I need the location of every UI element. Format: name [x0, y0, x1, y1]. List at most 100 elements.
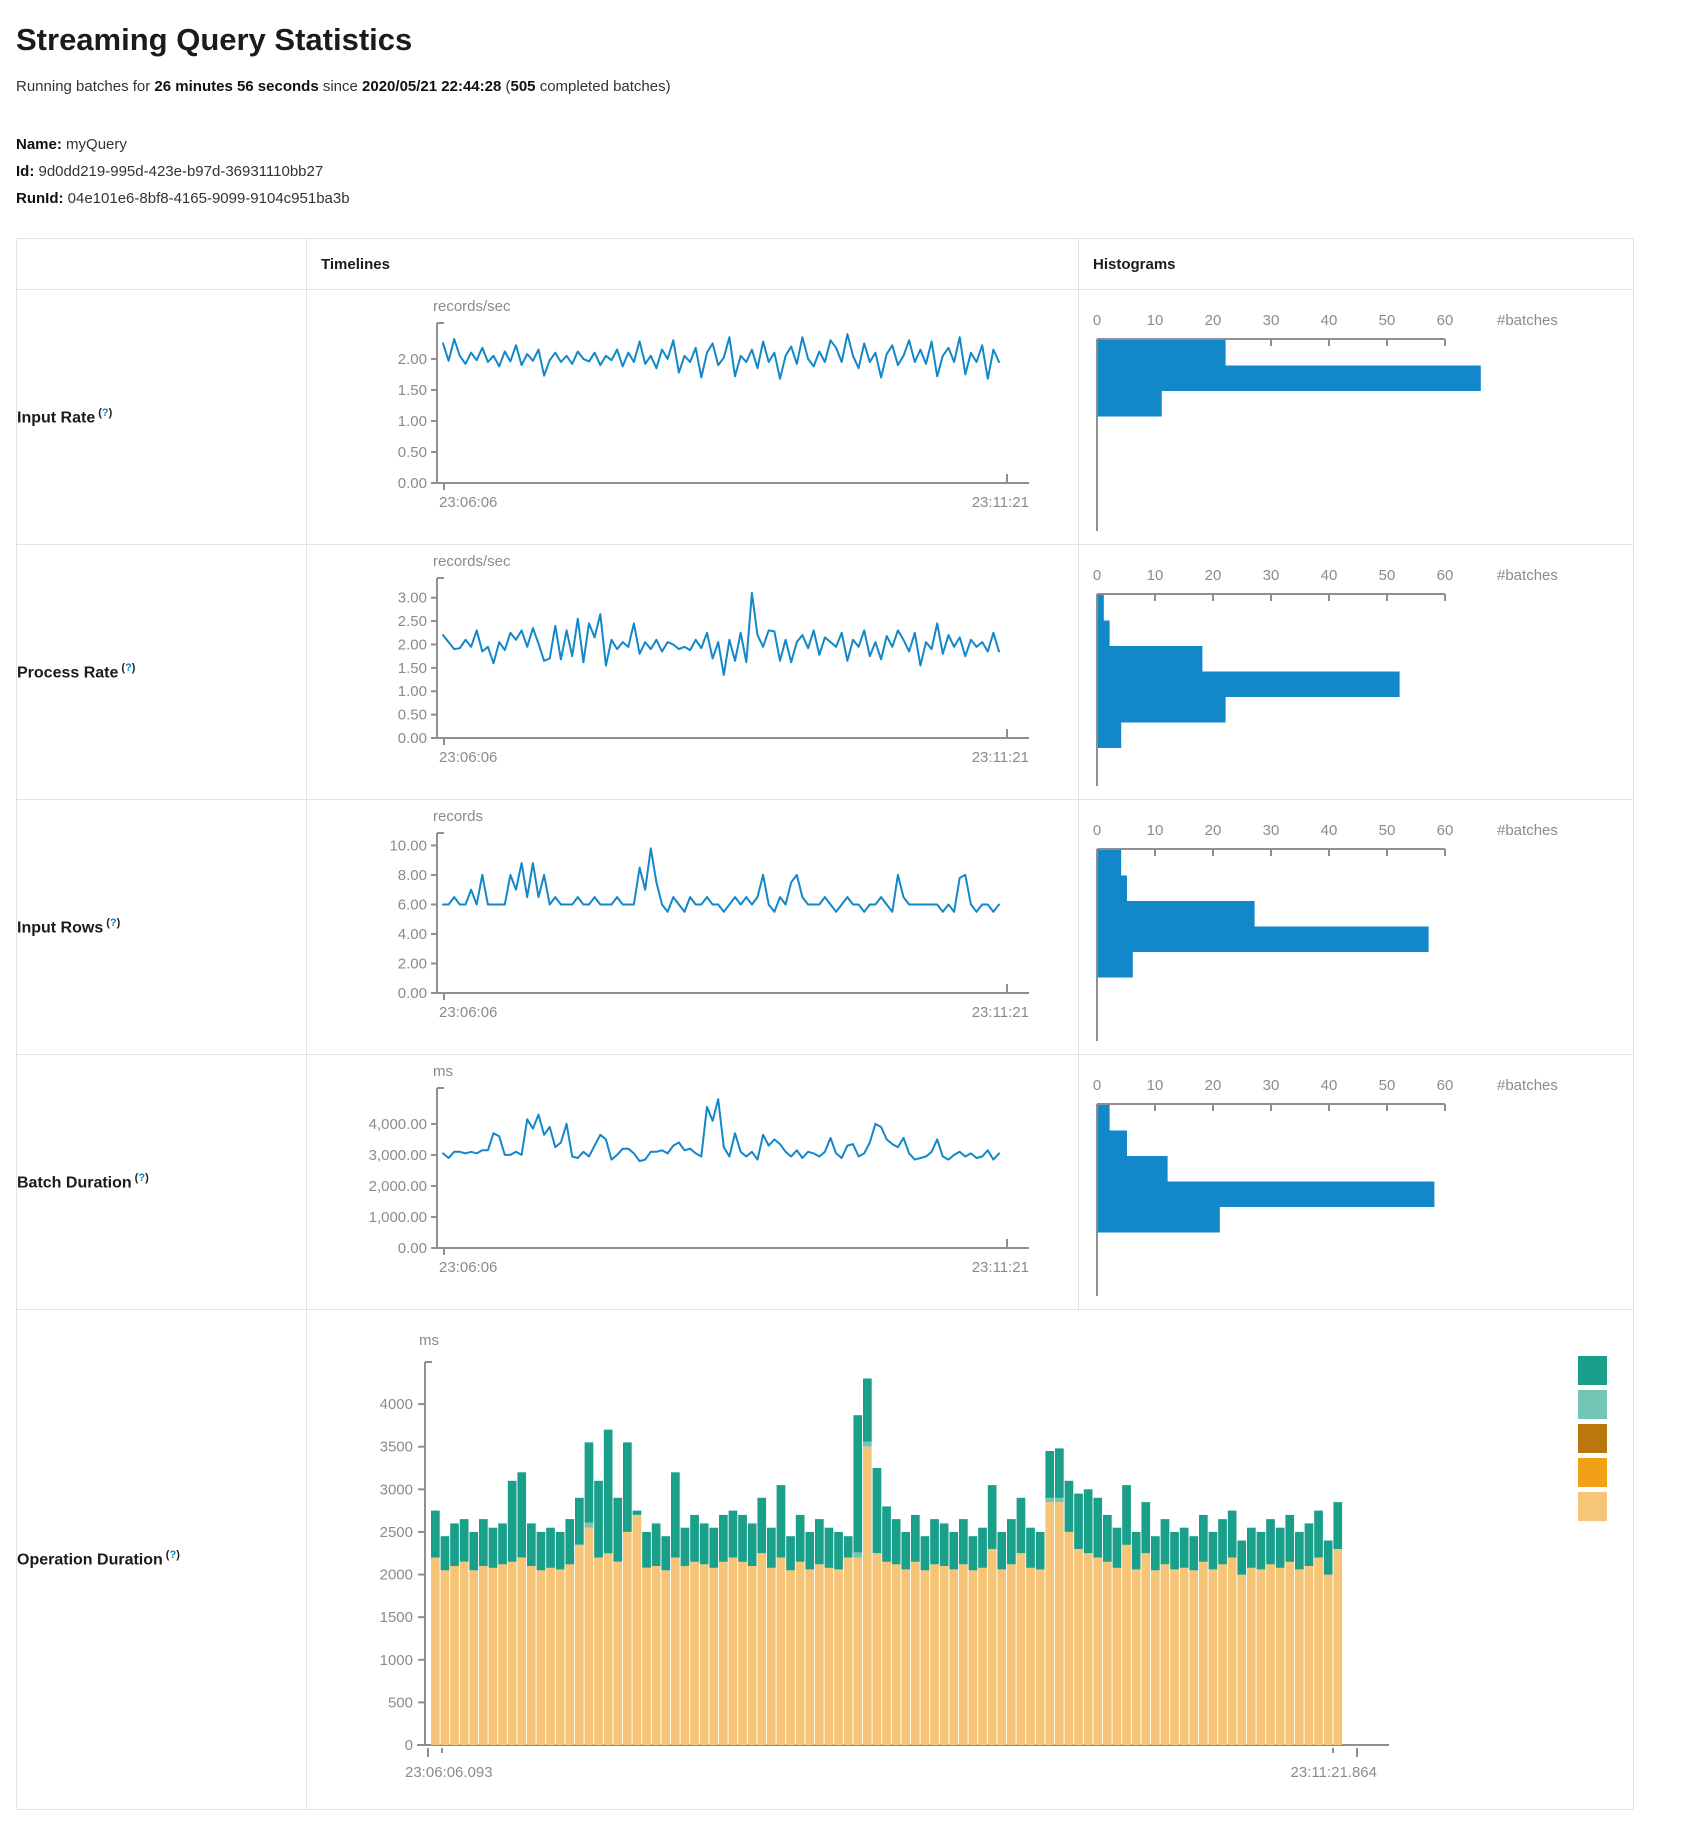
svg-text:0: 0 — [405, 1737, 413, 1754]
running-start-time: 2020/05/21 22:44:28 — [362, 78, 501, 95]
input-rate-help-icon[interactable]: (?) — [98, 407, 112, 419]
process-rate-histogram-chart: 0102030405060#batches — [1079, 546, 1617, 798]
svg-text:1,000.00: 1,000.00 — [369, 1209, 427, 1226]
svg-text:20: 20 — [1205, 822, 1222, 839]
batch-duration-histogram-chart: 0102030405060#batches — [1079, 1056, 1617, 1308]
input-rows-label: Input Rows — [17, 919, 103, 936]
legend-swatch-dark-orange — [1578, 1424, 1607, 1453]
running-paren: ( — [501, 78, 510, 95]
svg-text:23:06:06: 23:06:06 — [439, 1004, 497, 1021]
query-info: Name: myQuery Id: 9d0dd219-995d-423e-b97… — [16, 131, 1677, 212]
svg-text:40: 40 — [1321, 567, 1338, 584]
header-timelines-cell: Timelines — [307, 239, 1079, 290]
process-rate-histogram-cell: 0102030405060#batches — [1079, 545, 1634, 800]
input-rows-timeline-chart: records10.008.006.004.002.000.0023:06:06… — [307, 801, 1047, 1053]
svg-text:20: 20 — [1205, 1077, 1222, 1094]
svg-text:23:11:21.864: 23:11:21.864 — [1291, 1764, 1377, 1781]
operation-duration-chart-cell: ms4000350030002500200015001000500023:06:… — [307, 1310, 1634, 1810]
svg-text:3.00: 3.00 — [398, 590, 427, 607]
operation-duration-help-icon[interactable]: (?) — [166, 1549, 180, 1561]
running-suffix: completed batches) — [536, 78, 671, 95]
batch-duration-label-cell: Batch Duration(?) — [17, 1055, 307, 1310]
process-rate-help-icon[interactable]: (?) — [121, 662, 135, 674]
svg-text:23:06:06: 23:06:06 — [439, 749, 497, 766]
query-runid-value: 04e101e6-8bf8-4165-9099-9104c951ba3b — [68, 190, 350, 207]
svg-text:10: 10 — [1147, 567, 1164, 584]
svg-text:1000: 1000 — [380, 1651, 413, 1668]
operation-duration-legend — [1578, 1356, 1607, 1526]
svg-text:1500: 1500 — [380, 1609, 413, 1626]
completed-batch-count: 505 — [511, 78, 536, 95]
svg-text:0.50: 0.50 — [398, 707, 427, 724]
svg-text:40: 40 — [1321, 312, 1338, 329]
batch-duration-timeline-chart: ms4,000.003,000.002,000.001,000.000.0023… — [307, 1056, 1047, 1308]
query-name-value: myQuery — [66, 136, 127, 153]
svg-text:2,000.00: 2,000.00 — [369, 1178, 427, 1195]
svg-text:3500: 3500 — [380, 1438, 413, 1455]
svg-text:6.00: 6.00 — [398, 896, 427, 913]
input-rate-label-cell: Input Rate(?) — [17, 290, 307, 545]
svg-text:23:11:21: 23:11:21 — [972, 1259, 1029, 1276]
query-runid-line: RunId: 04e101e6-8bf8-4165-9099-9104c951b… — [16, 185, 1677, 212]
svg-text:23:11:21: 23:11:21 — [972, 749, 1029, 766]
svg-text:0: 0 — [1093, 822, 1101, 839]
histograms-column-header: Histograms — [1093, 256, 1176, 273]
input-rows-help-icon[interactable]: (?) — [106, 917, 120, 929]
svg-text:ms: ms — [433, 1063, 453, 1080]
batch-duration-row: Batch Duration(?) ms4,000.003,000.002,00… — [17, 1055, 1634, 1310]
svg-text:23:06:06: 23:06:06 — [439, 494, 497, 511]
svg-text:30: 30 — [1263, 312, 1280, 329]
input-rows-timeline-cell: records10.008.006.004.002.000.0023:06:06… — [307, 800, 1079, 1055]
svg-text:1.00: 1.00 — [398, 683, 427, 700]
legend-swatch-light-teal — [1578, 1390, 1607, 1419]
running-middle: since — [319, 78, 362, 95]
page-title: Streaming Query Statistics — [16, 22, 1677, 58]
legend-swatch-orange — [1578, 1458, 1607, 1487]
process-rate-label-cell: Process Rate(?) — [17, 545, 307, 800]
query-id-label: Id: — [16, 163, 34, 180]
header-histograms-cell: Histograms — [1079, 239, 1634, 290]
batch-duration-histogram-cell: 0102030405060#batches — [1079, 1055, 1634, 1310]
svg-text:10: 10 — [1147, 1077, 1164, 1094]
input-rows-label-cell: Input Rows(?) — [17, 800, 307, 1055]
input-rate-timeline-cell: records/sec2.001.501.000.500.0023:06:062… — [307, 290, 1079, 545]
svg-text:4,000.00: 4,000.00 — [369, 1116, 427, 1133]
operation-duration-stacked-chart: ms4000350030002500200015001000500023:06:… — [307, 1325, 1597, 1795]
svg-text:0: 0 — [1093, 312, 1101, 329]
svg-text:4000: 4000 — [380, 1396, 413, 1413]
svg-text:#batches: #batches — [1497, 567, 1558, 584]
operation-duration-label-cell: Operation Duration(?) — [17, 1310, 307, 1810]
batch-duration-label: Batch Duration — [17, 1174, 132, 1191]
header-empty-cell — [17, 239, 307, 290]
svg-text:30: 30 — [1263, 822, 1280, 839]
running-duration: 26 minutes 56 seconds — [154, 78, 318, 95]
svg-text:2.00: 2.00 — [398, 636, 427, 653]
input-rows-histogram-chart: 0102030405060#batches — [1079, 801, 1617, 1053]
svg-text:0.00: 0.00 — [398, 1240, 427, 1257]
svg-text:2500: 2500 — [380, 1523, 413, 1540]
svg-text:2.50: 2.50 — [398, 613, 427, 630]
svg-text:1.50: 1.50 — [398, 382, 427, 399]
statistics-table: Timelines Histograms Input Rate(?) recor… — [16, 238, 1634, 1810]
svg-text:#batches: #batches — [1497, 1077, 1558, 1094]
svg-text:50: 50 — [1379, 567, 1396, 584]
svg-text:40: 40 — [1321, 822, 1338, 839]
svg-text:23:11:21: 23:11:21 — [972, 494, 1029, 511]
svg-text:50: 50 — [1379, 822, 1396, 839]
svg-text:50: 50 — [1379, 1077, 1396, 1094]
input-rows-row: Input Rows(?) records10.008.006.004.002.… — [17, 800, 1634, 1055]
svg-text:10.00: 10.00 — [389, 837, 427, 854]
svg-text:10: 10 — [1147, 822, 1164, 839]
svg-text:1.00: 1.00 — [398, 413, 427, 430]
svg-text:40: 40 — [1321, 1077, 1338, 1094]
svg-text:30: 30 — [1263, 567, 1280, 584]
svg-text:23:06:06.093: 23:06:06.093 — [405, 1764, 493, 1781]
svg-text:2.00: 2.00 — [398, 955, 427, 972]
timelines-column-header: Timelines — [321, 256, 390, 273]
svg-text:50: 50 — [1379, 312, 1396, 329]
operation-duration-row: Operation Duration(?) ms4000350030002500… — [17, 1310, 1634, 1810]
svg-text:0.50: 0.50 — [398, 444, 427, 461]
svg-text:0.00: 0.00 — [398, 985, 427, 1002]
input-rate-row: Input Rate(?) records/sec2.001.501.000.5… — [17, 290, 1634, 545]
batch-duration-help-icon[interactable]: (?) — [135, 1172, 149, 1184]
